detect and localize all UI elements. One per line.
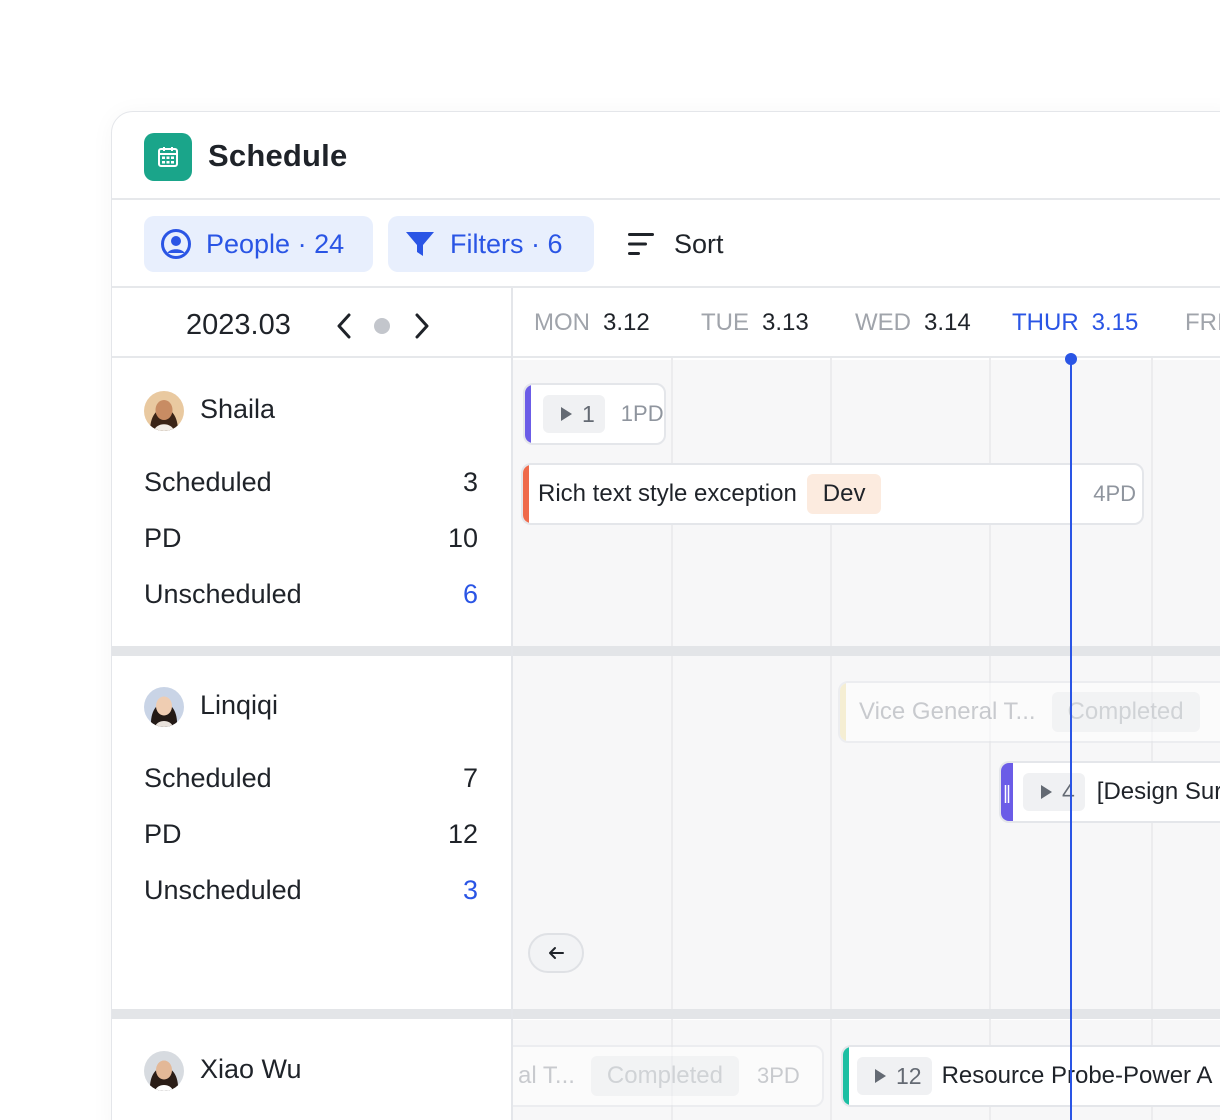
day-date: 3.13 (762, 309, 809, 336)
stat-label: Unscheduled (144, 875, 302, 905)
day-date: 3.14 (924, 309, 971, 336)
task-color-bar (843, 1047, 849, 1105)
person-name[interactable]: Linqiqi (200, 690, 278, 721)
app-title: Schedule (208, 138, 348, 173)
person-name[interactable]: Shaila (200, 394, 275, 425)
drag-handle[interactable] (1001, 763, 1013, 821)
people-filter-button[interactable]: People · 24 (144, 216, 373, 272)
day-name: MON (534, 309, 590, 336)
task-color-bar (840, 683, 846, 741)
task-color-bar (525, 385, 531, 443)
task-pd: 3PD (756, 1063, 800, 1088)
stat-label: Scheduled (144, 467, 272, 497)
unscheduled-count[interactable]: 6 (463, 579, 478, 610)
day-name: WED (855, 309, 911, 336)
today-dot-button[interactable] (374, 318, 390, 334)
day-name: FRI (1185, 309, 1220, 336)
task-title: [Design Sur (1096, 778, 1220, 805)
current-time-dot (1065, 353, 1077, 365)
expand-group-button[interactable]: 1 (543, 395, 605, 433)
sort-lines-icon (628, 233, 654, 255)
task-group-card[interactable]: 4 [Design Sur (999, 761, 1220, 823)
current-time-line (1070, 358, 1072, 1120)
unscheduled-count[interactable]: 3 (463, 875, 478, 906)
task-title: Vice General T... (859, 698, 1036, 725)
title-bar: Schedule (112, 112, 1220, 200)
day-date: 3.15 (1091, 309, 1139, 336)
schedule-window: Schedule People · 24 Filters · 6 Sort 20… (111, 111, 1220, 1120)
people-filter-label: People · 24 (206, 228, 345, 259)
scroll-back-button[interactable] (528, 933, 584, 973)
task-color-bar (523, 465, 529, 523)
play-triangle-icon (1041, 785, 1052, 799)
task-group-card[interactable]: 12 Resource Probe-Power A (841, 1045, 1220, 1107)
day-header-wed: WED 3.14 (833, 288, 991, 358)
day-header-thur: THUR 3.15 (990, 288, 1152, 358)
filters-button[interactable]: Filters · 6 (388, 216, 594, 272)
task-title: Rich text style exception (538, 480, 797, 507)
group-count: 4 (1062, 778, 1075, 805)
stat-value: 3 (462, 467, 478, 497)
sort-label: Sort (674, 228, 724, 259)
expand-group-button[interactable]: 4 (1023, 773, 1085, 811)
toolbar: People · 24 Filters · 6 Sort (112, 200, 1220, 288)
sort-button[interactable]: Sort (626, 216, 724, 272)
person-name[interactable]: Xiao Wu (200, 1054, 302, 1085)
calendar-icon (144, 133, 192, 181)
row-separator (112, 1009, 1220, 1019)
task-pd: 1PD (620, 401, 664, 426)
avatar[interactable] (144, 1051, 184, 1091)
filters-label: Filters · 6 (450, 228, 563, 259)
month-label: 2023.03 (186, 309, 291, 341)
task-tag: Completed (1051, 692, 1200, 732)
stat-label: Unscheduled (144, 579, 302, 609)
completed-task-card[interactable]: Vice General T... Completed (838, 681, 1220, 743)
day-header-tue: TUE 3.13 (679, 288, 839, 358)
row-separator (112, 646, 1220, 656)
group-count: 1 (582, 400, 595, 427)
funnel-icon (406, 232, 434, 256)
chevron-right-icon[interactable] (410, 312, 434, 340)
play-triangle-icon (561, 407, 572, 421)
task-title: Resource Probe-Power A (941, 1062, 1213, 1089)
person-circle-icon (161, 229, 191, 259)
stat-value: 10 (447, 523, 478, 553)
task-pd: 4PD (1093, 481, 1136, 506)
task-tag: Dev (806, 474, 882, 514)
stat-value: 7 (462, 763, 478, 793)
stat-value: 12 (447, 819, 478, 849)
day-date: 3.12 (603, 309, 650, 336)
task-group-card[interactable]: 1 1PD (523, 383, 666, 445)
day-header-fri: FRI (1163, 288, 1220, 358)
avatar[interactable] (144, 391, 184, 431)
group-count: 12 (896, 1062, 922, 1089)
stat-label: Scheduled (144, 763, 272, 793)
play-triangle-icon (875, 1069, 886, 1083)
task-title: al T... (518, 1062, 575, 1089)
stat-label: PD (144, 523, 182, 553)
stat-label: PD (144, 819, 182, 849)
day-name: THUR (1012, 309, 1079, 336)
expand-group-button[interactable]: 12 (857, 1057, 932, 1095)
day-header-mon: MON 3.12 (512, 288, 672, 358)
avatar[interactable] (144, 687, 184, 727)
chevron-left-icon[interactable] (332, 312, 356, 340)
date-header: 2023.03 MON 3.12 TUE 3.13 WED 3.14 THUR … (112, 288, 1220, 358)
task-tag: Completed (590, 1056, 739, 1096)
arrow-left-icon (549, 947, 564, 959)
day-name: TUE (701, 309, 749, 336)
task-card[interactable]: Rich text style exception Dev 4PD (521, 463, 1144, 525)
left-column-divider (511, 288, 513, 1120)
left-column-divider (511, 1020, 513, 1120)
